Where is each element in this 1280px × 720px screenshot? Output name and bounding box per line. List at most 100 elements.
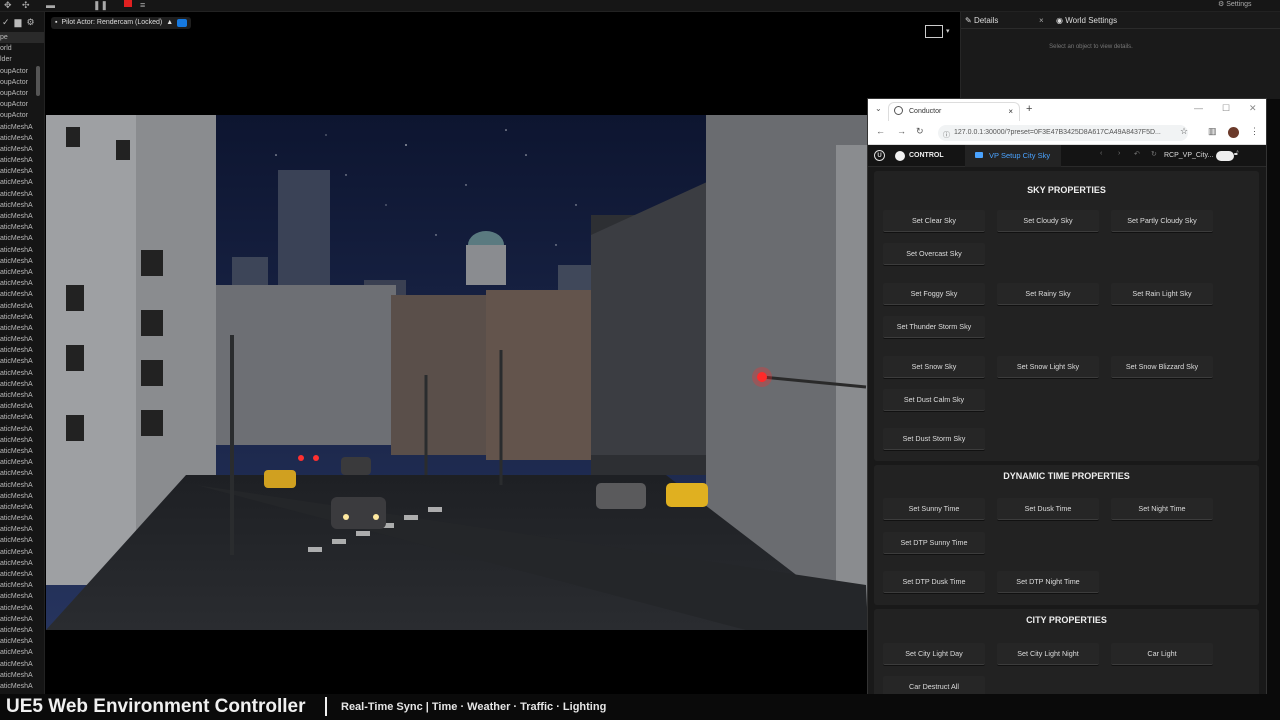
outliner-row[interactable]: aticMeshA [0,591,44,602]
outliner-row[interactable]: aticMeshA [0,424,44,435]
outliner-row[interactable]: aticMeshA [0,177,44,188]
set-sunny-time-button[interactable]: Set Sunny Time [883,498,985,520]
outliner-row[interactable]: aticMeshA [0,301,44,312]
maximize-icon[interactable]: ☐ [1222,103,1230,114]
outliner-scrollbar[interactable] [36,66,40,96]
eject-icon[interactable]: ▲ [166,17,173,29]
next-icon[interactable]: › [1118,150,1120,157]
outliner-row[interactable]: aticMeshA [0,614,44,625]
outliner-row[interactable]: aticMeshA [0,580,44,591]
pilot-actor-badge[interactable]: ▪ Pilot Actor: Rendercam (Locked) ▲ [51,17,192,29]
outliner-row[interactable]: aticMeshA [0,547,44,558]
set-thunder-storm-sky-button[interactable]: Set Thunder Storm Sky [883,316,985,338]
outliner-row[interactable]: pe [0,32,44,44]
set-snow-sky-button[interactable]: Set Snow Sky [883,356,985,378]
check-icon[interactable]: ✓ [2,17,10,28]
refresh-icon[interactable]: ↻ [1151,150,1157,158]
outliner-row[interactable]: aticMeshA [0,334,44,345]
close-tab-icon[interactable]: × [1008,103,1013,121]
outliner-row[interactable]: aticMeshA [0,435,44,446]
set-partly-cloudy-sky-button[interactable]: Set Partly Cloudy Sky [1111,210,1213,232]
outliner-row[interactable]: aticMeshA [0,122,44,133]
outliner-row[interactable]: aticMeshA [0,681,44,692]
outliner-row[interactable]: aticMeshA [0,289,44,300]
menu-icon[interactable]: ≡ [140,0,150,10]
outliner-row[interactable]: lder [0,54,44,65]
bookmark-star-icon[interactable]: ☆ [1180,126,1188,137]
reload-icon[interactable]: ↻ [916,126,924,137]
outliner-row[interactable]: aticMeshA [0,412,44,423]
set-city-light-night-button[interactable]: Set City Light Night [997,643,1099,665]
set-dust-calm-sky-button[interactable]: Set Dust Calm Sky [883,389,985,411]
set-foggy-sky-button[interactable]: Set Foggy Sky [883,283,985,305]
outliner-row[interactable]: aticMeshA [0,356,44,367]
preset-name[interactable]: RCP_VP_City... [1164,150,1213,162]
viewport-layout-icon[interactable] [925,25,943,38]
set-snow-blizzard-sky-button[interactable]: Set Snow Blizzard Sky [1111,356,1213,378]
add-icon[interactable]: ▬ [46,0,56,10]
set-dusk-time-button[interactable]: Set Dusk Time [997,498,1099,520]
outliner-row[interactable]: aticMeshA [0,379,44,390]
folder-icon[interactable]: ▆ [15,17,22,28]
outliner-row[interactable]: aticMeshA [0,312,44,323]
kebab-menu-icon[interactable]: ⋮ [1250,126,1259,137]
set-cloudy-sky-button[interactable]: Set Cloudy Sky [997,210,1099,232]
outliner-row[interactable]: aticMeshA [0,502,44,513]
outliner-row[interactable]: aticMeshA [0,647,44,658]
outliner-row[interactable]: aticMeshA [0,636,44,647]
outliner-row[interactable]: aticMeshA [0,345,44,356]
info-icon[interactable]: ⓘ [943,130,950,140]
outliner-row[interactable]: aticMeshA [0,446,44,457]
browser-tab[interactable]: Conductor × [888,102,1020,121]
set-overcast-sky-button[interactable]: Set Overcast Sky [883,243,985,265]
control-label[interactable]: CONTROL [909,150,944,162]
profile-avatar[interactable] [1228,127,1239,138]
sidepanel-icon[interactable]: ▥ [1208,126,1217,137]
camera-icon[interactable] [177,19,188,27]
prev-icon[interactable]: ‹ [1100,150,1102,157]
outliner-row[interactable]: aticMeshA [0,211,44,222]
lock-icon[interactable]: 🔓︎ [1234,150,1239,158]
outliner-row[interactable]: aticMeshA [0,558,44,569]
outliner-row[interactable]: aticMeshA [0,569,44,580]
outliner-row[interactable]: aticMeshA [0,200,44,211]
translate-icon[interactable]: ✥ [4,0,14,10]
tab-world-settings[interactable]: ◉ World Settings [1056,14,1117,28]
forward-icon[interactable]: → [897,126,906,136]
outliner-row[interactable]: orld [0,43,44,54]
tab-details[interactable]: ✎ Details [965,14,998,28]
outliner-row[interactable]: aticMeshA [0,166,44,177]
set-night-time-button[interactable]: Set Night Time [1111,498,1213,520]
tab-search-icon[interactable]: ⌄ [875,104,882,113]
gear-icon[interactable]: ⚙ [26,17,34,28]
new-tab-icon[interactable]: + [1026,103,1032,115]
close-icon[interactable]: × [1039,14,1044,28]
close-window-icon[interactable]: ✕ [1249,103,1257,114]
set-rainy-sky-button[interactable]: Set Rainy Sky [997,283,1099,305]
minimize-icon[interactable]: — [1194,103,1203,113]
outliner-row[interactable]: aticMeshA [0,513,44,524]
set-rain-light-sky-button[interactable]: Set Rain Light Sky [1111,283,1213,305]
set-snow-light-sky-button[interactable]: Set Snow Light Sky [997,356,1099,378]
outliner-row[interactable]: aticMeshA [0,144,44,155]
url-field[interactable]: 127.0.0.1:30000/?preset=0F3E47B3425D8A61… [938,125,1188,141]
mode-toggle[interactable] [1216,151,1234,161]
outliner-row[interactable]: aticMeshA [0,390,44,401]
outliner-row[interactable]: aticMeshA [0,524,44,535]
outliner-row[interactable]: aticMeshA [0,267,44,278]
car-light-button[interactable]: Car Light [1111,643,1213,665]
outliner-row[interactable]: oupActor [0,99,44,110]
outliner-row[interactable]: aticMeshA [0,625,44,636]
outliner-row[interactable]: aticMeshA [0,659,44,670]
chevron-down-icon[interactable]: ▾ [946,27,950,35]
outliner-row[interactable]: aticMeshA [0,603,44,614]
set-clear-sky-button[interactable]: Set Clear Sky [883,210,985,232]
outliner-row[interactable]: aticMeshA [0,480,44,491]
undo-icon[interactable]: ↶ [1134,150,1140,158]
outliner-row[interactable]: oupActor [0,110,44,121]
outliner-row[interactable]: aticMeshA [0,401,44,412]
outliner-row[interactable]: aticMeshA [0,256,44,267]
set-dtp-night-time-button[interactable]: Set DTP Night Time [997,571,1099,593]
outliner-row[interactable]: aticMeshA [0,278,44,289]
control-mode-icon[interactable] [895,151,905,161]
